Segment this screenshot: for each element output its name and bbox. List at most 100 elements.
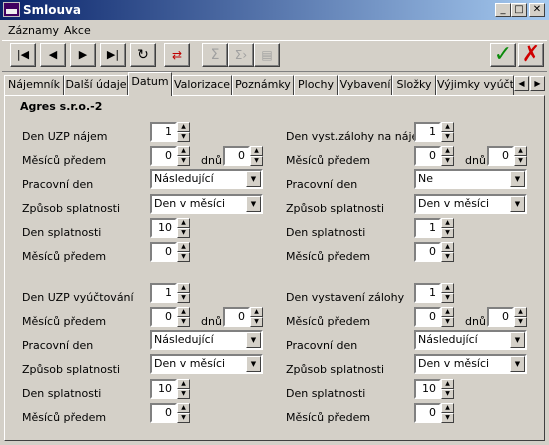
den-splatnosti-bl-input[interactable]: 10 bbox=[150, 379, 177, 399]
mesicu-predem-input[interactable]: 0 bbox=[150, 146, 177, 166]
mesicu-predem-r-input[interactable]: 0 bbox=[414, 146, 441, 166]
spin-down-icon[interactable]: ▼ bbox=[441, 156, 454, 166]
spin-up-icon[interactable]: ▲ bbox=[441, 403, 454, 413]
dropdown-arrow-icon[interactable]: ▼ bbox=[510, 171, 525, 187]
tab-vyjimky[interactable]: Výjimky vyúčto bbox=[436, 75, 514, 95]
spin-up-icon[interactable]: ▲ bbox=[250, 307, 263, 317]
minimize-button[interactable]: _ bbox=[495, 3, 511, 17]
tab-poznamky[interactable]: Poznámky bbox=[232, 75, 294, 95]
spin-down-icon[interactable]: ▼ bbox=[250, 156, 263, 166]
den-uzp-vyuctovani-input[interactable]: 1 bbox=[150, 283, 177, 303]
spin-up-icon[interactable]: ▲ bbox=[177, 146, 190, 156]
spin-up-icon[interactable]: ▲ bbox=[514, 307, 527, 317]
spin-down-icon[interactable]: ▼ bbox=[177, 293, 190, 303]
dnu-br-input[interactable]: 0 bbox=[487, 307, 514, 327]
app-icon[interactable] bbox=[3, 2, 20, 17]
spin-down-icon[interactable]: ▼ bbox=[250, 317, 263, 327]
spin-up-icon[interactable]: ▲ bbox=[177, 242, 190, 252]
spin-down-icon[interactable]: ▼ bbox=[177, 156, 190, 166]
pracovni-den-bl-select[interactable]: Následující ▼ bbox=[150, 330, 263, 350]
spin-down-icon[interactable]: ▼ bbox=[177, 132, 190, 142]
pracovni-den-br-select[interactable]: Následující ▼ bbox=[414, 330, 527, 350]
spin-down-icon[interactable]: ▼ bbox=[441, 413, 454, 423]
dnu-bl-input[interactable]: 0 bbox=[223, 307, 250, 327]
dropdown-arrow-icon[interactable]: ▼ bbox=[510, 332, 525, 348]
spin-down-icon[interactable]: ▼ bbox=[514, 156, 527, 166]
tab-vybaveni[interactable]: Vybavení bbox=[338, 75, 392, 95]
zpusob-splatnosti-select[interactable]: Den v měsíci ▼ bbox=[150, 194, 263, 214]
mesicu-predem-bl2-input[interactable]: 0 bbox=[150, 403, 177, 423]
dropdown-arrow-icon[interactable]: ▼ bbox=[510, 196, 525, 212]
spin-down-icon[interactable]: ▼ bbox=[441, 228, 454, 238]
dropdown-arrow-icon[interactable]: ▼ bbox=[510, 356, 525, 372]
spin-down-icon[interactable]: ▼ bbox=[441, 252, 454, 262]
spin-up-icon[interactable]: ▲ bbox=[177, 403, 190, 413]
refresh-icon[interactable]: ↻ bbox=[130, 43, 156, 67]
next-record-icon[interactable]: ▶ bbox=[70, 43, 96, 67]
zpusob-splatnosti-r-select[interactable]: Den v měsíci ▼ bbox=[414, 194, 527, 214]
spin-down-icon[interactable]: ▼ bbox=[441, 317, 454, 327]
spin-down-icon[interactable]: ▼ bbox=[177, 317, 190, 327]
menu-zaznamy[interactable]: Záznamy bbox=[8, 24, 59, 37]
dropdown-arrow-icon[interactable]: ▼ bbox=[246, 171, 261, 187]
den-splatnosti-input[interactable]: 10 bbox=[150, 218, 177, 238]
menu-akce[interactable]: Akce bbox=[64, 24, 91, 37]
sum-icon[interactable]: Σ bbox=[202, 43, 228, 67]
spin-up-icon[interactable]: ▲ bbox=[441, 122, 454, 132]
tab-scroll-right-icon[interactable]: ▶ bbox=[530, 76, 545, 91]
cancel-icon[interactable]: ✗ bbox=[518, 43, 544, 67]
mesicu-predem-bl-input[interactable]: 0 bbox=[150, 307, 177, 327]
sum-group-icon[interactable]: Σ› bbox=[228, 43, 254, 67]
pracovni-den-r-select[interactable]: Ne ▼ bbox=[414, 169, 527, 189]
spin-down-icon[interactable]: ▼ bbox=[441, 293, 454, 303]
tab-dalsi-udaje[interactable]: Další údaje bbox=[64, 75, 128, 95]
tab-najemnik[interactable]: Nájemník bbox=[4, 75, 64, 95]
dropdown-arrow-icon[interactable]: ▼ bbox=[246, 196, 261, 212]
zpusob-splatnosti-br-select[interactable]: Den v měsíci ▼ bbox=[414, 354, 527, 374]
spin-down-icon[interactable]: ▼ bbox=[177, 252, 190, 262]
transfer-icon[interactable]: ⇄ bbox=[164, 43, 190, 67]
copy-pages-icon[interactable]: ▤ bbox=[254, 43, 280, 67]
den-vyst-zalohy-input[interactable]: 1 bbox=[414, 122, 441, 142]
tab-valorizace[interactable]: Valorizace bbox=[172, 75, 232, 95]
den-splatnosti-r-input[interactable]: 1 bbox=[414, 218, 441, 238]
maximize-button[interactable]: □ bbox=[511, 3, 527, 17]
spin-up-icon[interactable]: ▲ bbox=[441, 146, 454, 156]
tab-datum[interactable]: Datum bbox=[128, 72, 172, 96]
spin-down-icon[interactable]: ▼ bbox=[177, 389, 190, 399]
mesicu-predem-2-input[interactable]: 0 bbox=[150, 242, 177, 262]
spin-up-icon[interactable]: ▲ bbox=[177, 283, 190, 293]
first-record-icon[interactable]: |◀ bbox=[10, 43, 36, 67]
zpusob-splatnosti-bl-select[interactable]: Den v měsíci ▼ bbox=[150, 354, 263, 374]
dropdown-arrow-icon[interactable]: ▼ bbox=[246, 332, 261, 348]
spin-up-icon[interactable]: ▲ bbox=[177, 218, 190, 228]
mesicu-predem-br2-input[interactable]: 0 bbox=[414, 403, 441, 423]
confirm-icon[interactable]: ✓ bbox=[490, 43, 516, 67]
close-button[interactable]: ✕ bbox=[529, 3, 545, 17]
pracovni-den-select[interactable]: Následující ▼ bbox=[150, 169, 263, 189]
spin-down-icon[interactable]: ▼ bbox=[514, 317, 527, 327]
spin-up-icon[interactable]: ▲ bbox=[441, 379, 454, 389]
spin-up-icon[interactable]: ▲ bbox=[441, 307, 454, 317]
last-record-icon[interactable]: ▶| bbox=[100, 43, 126, 67]
spin-up-icon[interactable]: ▲ bbox=[441, 242, 454, 252]
spin-up-icon[interactable]: ▲ bbox=[441, 218, 454, 228]
tab-scroll-left-icon[interactable]: ◀ bbox=[514, 76, 529, 91]
dnu-input[interactable]: 0 bbox=[223, 146, 250, 166]
spin-up-icon[interactable]: ▲ bbox=[177, 307, 190, 317]
spin-down-icon[interactable]: ▼ bbox=[177, 228, 190, 238]
mesicu-predem-r2-input[interactable]: 0 bbox=[414, 242, 441, 262]
spin-down-icon[interactable]: ▼ bbox=[441, 132, 454, 142]
spin-down-icon[interactable]: ▼ bbox=[177, 413, 190, 423]
mesicu-predem-br-input[interactable]: 0 bbox=[414, 307, 441, 327]
spin-up-icon[interactable]: ▲ bbox=[177, 122, 190, 132]
den-uzp-najem-input[interactable]: 1 bbox=[150, 122, 177, 142]
spin-up-icon[interactable]: ▲ bbox=[177, 379, 190, 389]
tab-slozky[interactable]: Složky bbox=[392, 75, 436, 95]
dnu-r-input[interactable]: 0 bbox=[487, 146, 514, 166]
spin-up-icon[interactable]: ▲ bbox=[514, 146, 527, 156]
den-splatnosti-br-input[interactable]: 10 bbox=[414, 379, 441, 399]
prev-record-icon[interactable]: ◀ bbox=[40, 43, 66, 67]
tab-plochy[interactable]: Plochy bbox=[294, 75, 338, 95]
spin-up-icon[interactable]: ▲ bbox=[441, 283, 454, 293]
